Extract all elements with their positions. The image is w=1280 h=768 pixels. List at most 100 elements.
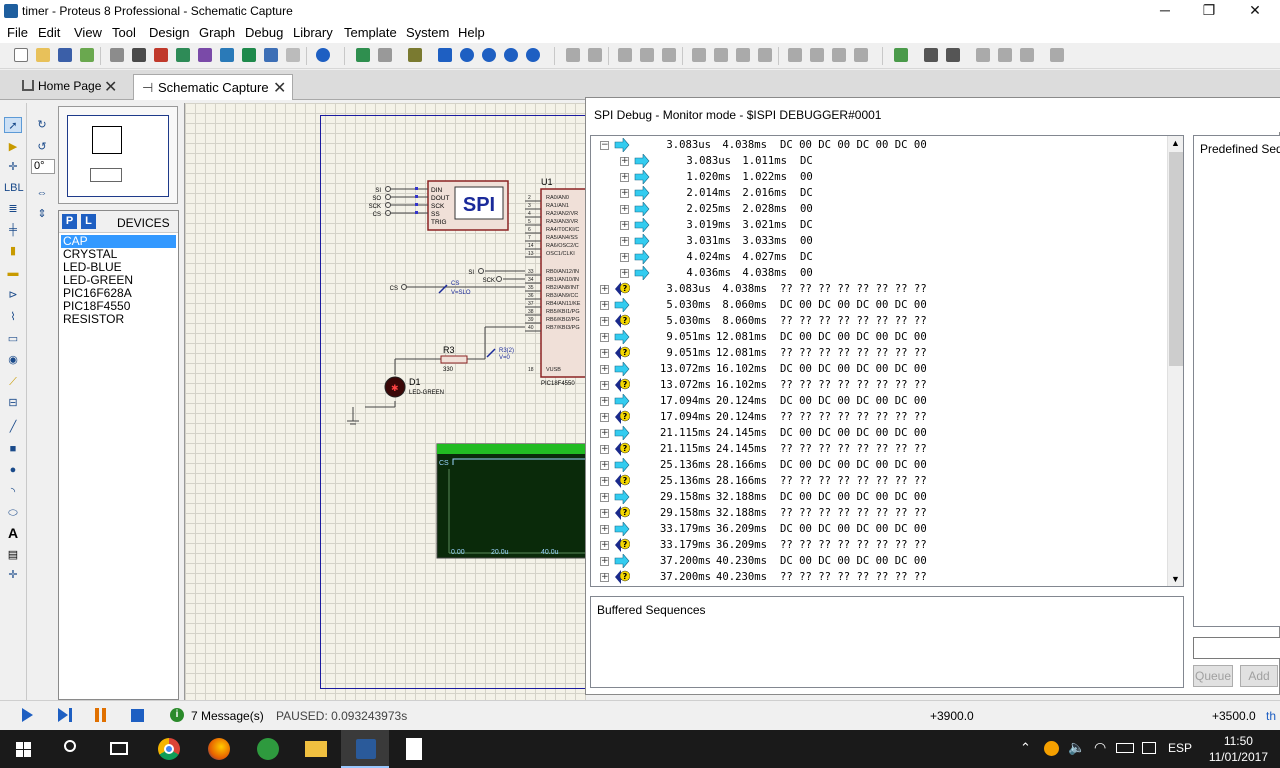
- spi-transaction-row[interactable]: +33.179ms 36.209ms DC 00 DC 00 DC 00 DC 00: [591, 521, 1169, 537]
- battery-icon[interactable]: [1116, 743, 1134, 753]
- text-script-icon[interactable]: ≣: [4, 201, 22, 217]
- keyboard-icon[interactable]: [1142, 742, 1156, 754]
- task-view-icon[interactable]: [96, 730, 144, 768]
- property-tool-icon[interactable]: [944, 46, 962, 64]
- expand-icon[interactable]: +: [600, 445, 609, 454]
- terminals-icon[interactable]: ▬: [4, 265, 22, 281]
- overview-window[interactable]: [58, 106, 178, 204]
- project-notes-icon[interactable]: [284, 46, 302, 64]
- undo-icon[interactable]: [564, 46, 582, 64]
- spi-child-row[interactable]: +1.020ms 1.022ms 00: [591, 169, 1169, 185]
- sequence-input[interactable]: [1193, 637, 1280, 659]
- spi-transaction-row[interactable]: +? 21.115ms 24.145ms ?? ?? ?? ?? ?? ?? ?? ?…: [591, 441, 1169, 457]
- tape-recorder-icon[interactable]: ▭: [4, 331, 22, 347]
- rotate-clockwise-icon[interactable]: ↻: [33, 117, 51, 133]
- redo-icon[interactable]: [586, 46, 604, 64]
- taskbar-clock[interactable]: 11:50 11/01/2017: [1209, 733, 1268, 765]
- component-mode-icon[interactable]: ▶: [4, 139, 22, 155]
- gerber-icon[interactable]: [196, 46, 214, 64]
- spi-transaction-row[interactable]: +37.200ms 40.230ms DC 00 DC 00 DC 00 DC 00: [591, 553, 1169, 569]
- device-item-resistor[interactable]: RESISTOR: [61, 313, 176, 326]
- graph-mode-icon[interactable]: ⌇: [4, 309, 22, 325]
- expand-icon[interactable]: +: [600, 333, 609, 342]
- language-indicator[interactable]: ESP: [1168, 741, 1192, 755]
- symbol-icon[interactable]: ▤: [4, 547, 22, 563]
- messages-count[interactable]: 7 Message(s): [191, 709, 264, 723]
- expand-icon[interactable]: +: [600, 413, 609, 422]
- spi-transaction-row[interactable]: +5.030ms 8.060ms DC 00 DC 00 DC 00 DC 00: [591, 297, 1169, 313]
- menu-graph[interactable]: Graph: [199, 25, 235, 40]
- new-file-icon[interactable]: [12, 46, 30, 64]
- tray-chevron-icon[interactable]: ⌃: [1020, 740, 1031, 756]
- spi-transaction-row[interactable]: +? 5.030ms 8.060ms ?? ?? ?? ?? ?? ?? ?? ??: [591, 313, 1169, 329]
- spi-transaction-row[interactable]: +17.094ms 20.124ms DC 00 DC 00 DC 00 DC 00: [591, 393, 1169, 409]
- decompose-icon[interactable]: [852, 46, 870, 64]
- zoom-out-icon[interactable]: [480, 46, 498, 64]
- remove-sheet-icon[interactable]: [996, 46, 1014, 64]
- spi-transaction-row[interactable]: +29.158ms 32.188ms DC 00 DC 00 DC 00 DC 00: [591, 489, 1169, 505]
- block-rotate-icon[interactable]: [734, 46, 752, 64]
- expand-icon[interactable]: +: [600, 461, 609, 470]
- spi-transaction-row[interactable]: +? 29.158ms 32.188ms ?? ?? ?? ?? ?? ?? ?? ?…: [591, 505, 1169, 521]
- monitor-scroll-thumb[interactable]: [1169, 152, 1183, 366]
- zoom-all-icon[interactable]: [502, 46, 520, 64]
- voltage-probe-icon[interactable]: ⟋: [4, 374, 22, 390]
- home-page-icon[interactable]: [108, 46, 126, 64]
- close-button[interactable]: ✕: [1232, 0, 1278, 23]
- predefined-sequences-panel[interactable]: Predefined Seq: [1193, 135, 1280, 627]
- start-windows-icon[interactable]: [0, 730, 48, 768]
- calculator-icon[interactable]: [390, 730, 438, 768]
- spi-transaction-row[interactable]: +? 17.094ms 20.124ms ?? ?? ?? ?? ?? ?? ?? ?…: [591, 409, 1169, 425]
- expand-icon[interactable]: +: [600, 525, 609, 534]
- expand-icon[interactable]: +: [600, 381, 609, 390]
- make-device-icon[interactable]: [808, 46, 826, 64]
- expand-icon[interactable]: +: [620, 253, 629, 262]
- line-icon[interactable]: ╱: [4, 419, 22, 435]
- pick-device-button[interactable]: P: [62, 214, 77, 229]
- proteus-taskbar-icon[interactable]: [341, 730, 389, 768]
- spi-child-row[interactable]: +4.036ms 4.038ms 00: [591, 265, 1169, 281]
- new-sheet-icon[interactable]: [974, 46, 992, 64]
- spi-transaction-row[interactable]: +? 25.136ms 28.166ms ?? ?? ?? ?? ?? ?? ?? ?…: [591, 473, 1169, 489]
- source-code-icon[interactable]: [262, 46, 280, 64]
- search-icon[interactable]: [48, 730, 96, 768]
- tab-schematic-capture[interactable]: ⊣ Schematic Capture ✕: [133, 74, 293, 100]
- grid-toggle-icon[interactable]: [376, 46, 394, 64]
- spi-transaction-row[interactable]: +9.051ms 12.081ms DC 00 DC 00 DC 00 DC 00: [591, 329, 1169, 345]
- spi-child-row[interactable]: +3.031ms 3.033ms 00: [591, 233, 1169, 249]
- volume-icon[interactable]: 🔈: [1068, 739, 1085, 756]
- tray-app-icon[interactable]: [1044, 741, 1059, 756]
- expand-icon[interactable]: +: [600, 429, 609, 438]
- file-explorer-icon[interactable]: [292, 730, 340, 768]
- menu-library[interactable]: Library: [293, 25, 333, 40]
- bom-icon[interactable]: [240, 46, 258, 64]
- chrome-icon[interactable]: [144, 730, 192, 768]
- queue-button[interactable]: Queue: [1193, 665, 1233, 687]
- spi-child-row[interactable]: +3.083us 1.011ms DC: [591, 153, 1169, 169]
- spi-transaction-row[interactable]: +25.136ms 28.166ms DC 00 DC 00 DC 00 DC 00: [591, 457, 1169, 473]
- buses-icon[interactable]: ╪: [4, 222, 22, 238]
- origin-icon[interactable]: [406, 46, 424, 64]
- expand-icon[interactable]: +: [620, 189, 629, 198]
- generator-icon[interactable]: ◉: [4, 352, 22, 368]
- expand-icon[interactable]: +: [620, 157, 629, 166]
- pick-device-icon[interactable]: [786, 46, 804, 64]
- expand-icon[interactable]: +: [600, 397, 609, 406]
- pcb-layout-icon[interactable]: [152, 46, 170, 64]
- schematic-icon[interactable]: [130, 46, 148, 64]
- packaging-tool-icon[interactable]: [830, 46, 848, 64]
- close-tab-icon[interactable]: ✕: [273, 78, 286, 98]
- menu-design[interactable]: Design: [149, 25, 189, 40]
- expand-icon[interactable]: +: [600, 557, 609, 566]
- add-button[interactable]: Add: [1240, 665, 1278, 687]
- library-manager-button[interactable]: L: [81, 214, 96, 229]
- save-icon[interactable]: [56, 46, 74, 64]
- electrical-rules-icon[interactable]: [1048, 46, 1066, 64]
- text-icon[interactable]: A: [4, 525, 22, 541]
- expand-icon[interactable]: +: [600, 285, 609, 294]
- scroll-up-icon[interactable]: ▲: [1171, 138, 1180, 148]
- scroll-down-icon[interactable]: ▼: [1171, 574, 1180, 584]
- search-tag-icon[interactable]: [922, 46, 940, 64]
- exit-to-parent-icon[interactable]: [1018, 46, 1036, 64]
- rotate-anticlockwise-icon[interactable]: ↺: [33, 139, 51, 155]
